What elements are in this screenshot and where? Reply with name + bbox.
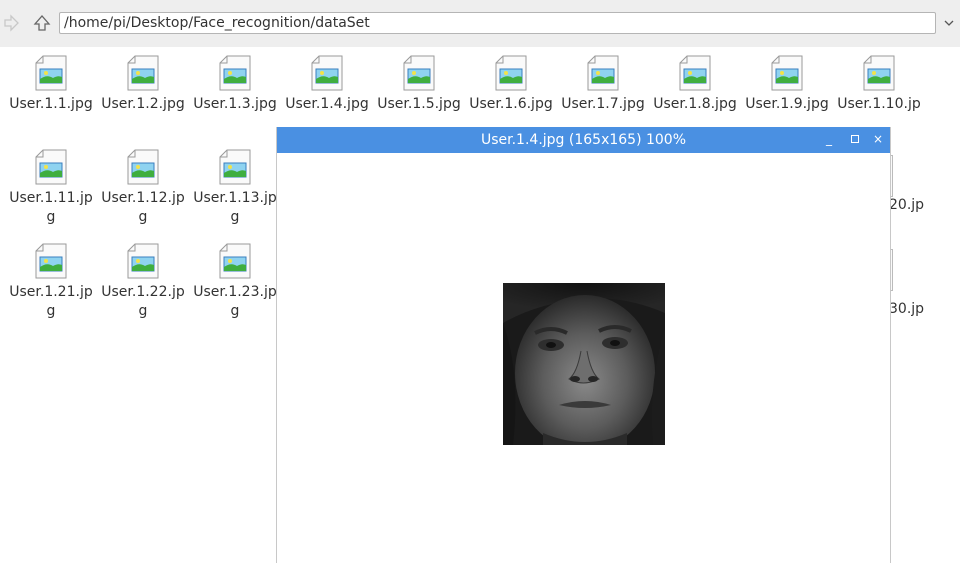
file-label-partial: 20.jp	[889, 197, 925, 213]
file-label: User.1.4.jpg	[285, 96, 369, 112]
image-file-icon	[127, 149, 159, 185]
file-manager-toolbar: /home/pi/Desktop/Face_recognition/dataSe…	[0, 0, 960, 47]
file-label: User.1.3.jpg	[193, 96, 277, 112]
file-label: User.1.22.jpg	[101, 284, 185, 319]
file-label: User.1.2.jpg	[101, 96, 185, 112]
image-file-icon	[127, 55, 159, 91]
image-file-icon	[403, 55, 435, 91]
file-label: User.1.9.jpg	[745, 96, 829, 112]
file-label: User.1.21.jpg	[9, 284, 93, 319]
face-photo	[503, 283, 665, 445]
arrow-right-icon[interactable]	[0, 12, 22, 34]
image-viewer-window: User.1.4.jpg (165x165) 100% _ ×	[276, 127, 891, 563]
arrow-up-icon[interactable]	[31, 12, 53, 34]
file-label: User.1.1.jpg	[9, 96, 93, 112]
maximize-icon[interactable]	[847, 131, 863, 147]
image-file-icon	[495, 55, 527, 91]
image-file-icon	[587, 55, 619, 91]
viewer-titlebar[interactable]: User.1.4.jpg (165x165) 100% _ ×	[277, 127, 890, 153]
path-input[interactable]: /home/pi/Desktop/Face_recognition/dataSe…	[59, 12, 936, 34]
chevron-down-icon[interactable]	[938, 12, 960, 34]
file-label: User.1.10.jp	[837, 96, 921, 112]
minimize-icon[interactable]: _	[821, 131, 837, 147]
image-file-icon	[35, 55, 67, 91]
file-label: User.1.11.jpg	[9, 190, 93, 225]
close-icon[interactable]: ×	[870, 131, 886, 147]
image-file-icon	[311, 55, 343, 91]
image-file-icon	[35, 149, 67, 185]
file-item[interactable]: User.1.12.jpg	[97, 147, 189, 233]
file-item[interactable]: User.1.2.jpg	[97, 53, 189, 139]
image-file-icon	[863, 55, 895, 91]
file-label: User.1.23.jpg	[193, 284, 277, 319]
file-label-partial: 30.jp	[889, 301, 925, 317]
file-label: User.1.5.jpg	[377, 96, 461, 112]
file-item[interactable]: User.1.21.jpg	[5, 241, 97, 327]
image-file-icon	[679, 55, 711, 91]
file-label: User.1.8.jpg	[653, 96, 737, 112]
image-file-icon	[219, 55, 251, 91]
image-file-icon	[127, 243, 159, 279]
file-label: User.1.7.jpg	[561, 96, 645, 112]
file-item[interactable]: User.1.13.jpg	[189, 147, 281, 233]
image-file-icon	[219, 243, 251, 279]
file-item[interactable]: User.1.3.jpg	[189, 53, 281, 139]
file-item[interactable]: User.1.22.jpg	[97, 241, 189, 327]
file-item[interactable]: User.1.23.jpg	[189, 241, 281, 327]
file-item[interactable]: User.1.1.jpg	[5, 53, 97, 139]
file-label: User.1.12.jpg	[101, 190, 185, 225]
file-item[interactable]: User.1.11.jpg	[5, 147, 97, 233]
image-file-icon	[35, 243, 67, 279]
image-file-icon	[219, 149, 251, 185]
file-label: User.1.6.jpg	[469, 96, 553, 112]
file-label: User.1.13.jpg	[193, 190, 277, 225]
viewer-title: User.1.4.jpg (165x165) 100%	[480, 132, 687, 148]
image-file-icon	[771, 55, 803, 91]
